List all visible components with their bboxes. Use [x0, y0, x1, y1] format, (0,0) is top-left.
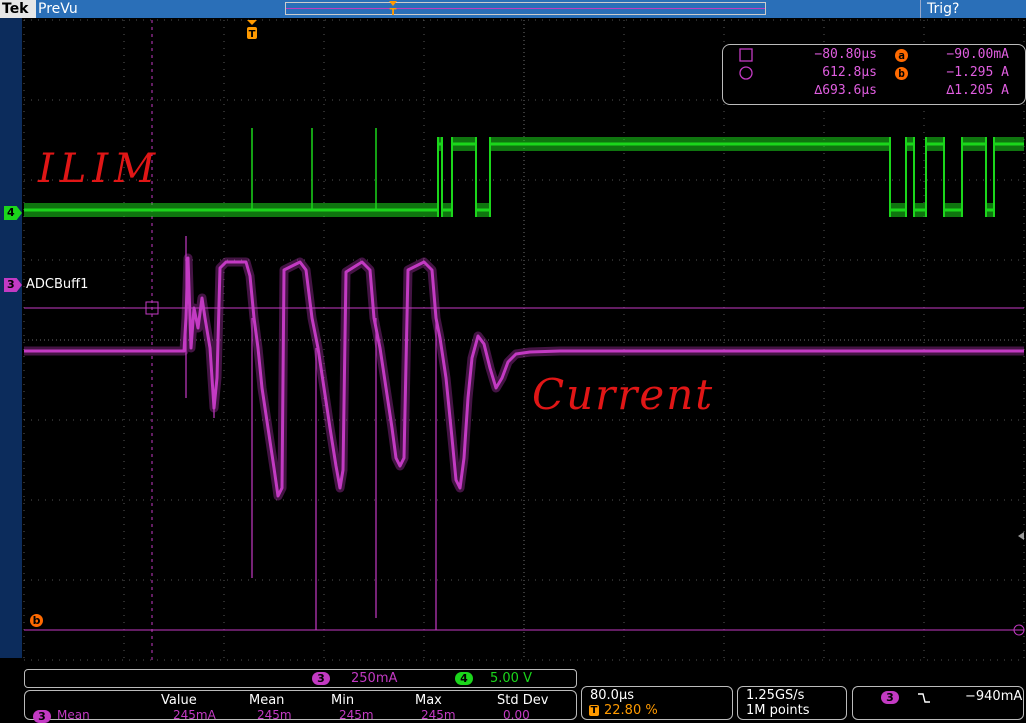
cursor-b-badge: b: [895, 67, 908, 80]
horizontal-panel[interactable]: 80.0µs T 22.80 %: [581, 686, 733, 720]
scope-display: [23, 19, 1025, 661]
trigger-position-badge: T: [589, 705, 599, 716]
meas-source-badge: 3: [33, 710, 51, 723]
svg-text:T: T: [390, 7, 397, 16]
brand-logo: Tek: [0, 0, 36, 18]
cursor-a-badge: a: [895, 49, 908, 62]
timeline-trigger-icon: T: [389, 1, 397, 16]
channel-scale-bar[interactable]: 3 250mA 4 5.00 V: [24, 669, 577, 688]
cursor-delta-value: ∆1.205 A: [946, 83, 1009, 98]
timeline-bar: [286, 8, 765, 9]
circle-cursor-icon: [739, 66, 753, 80]
top-status-bar: Tek PreVu T Trig?: [0, 0, 1026, 18]
cursor-delta-time: ∆693.6µs: [814, 83, 877, 98]
acquisition-mode: PreVu: [38, 1, 78, 17]
cursor-b-value: −1.295 A: [946, 65, 1009, 80]
trigger-panel[interactable]: 3 −940mA: [852, 686, 1024, 720]
measurements-panel[interactable]: Value Mean Min Max Std Dev 3 Mean 245mA …: [24, 690, 577, 723]
sample-rate: 1.25GS/s: [746, 688, 805, 703]
falling-edge-icon: [918, 693, 930, 703]
meas-header-max: Max: [415, 693, 442, 708]
ch4-scale: 5.00 V: [490, 671, 532, 686]
record-length: 1M points: [746, 703, 810, 718]
ch3-scale: 250mA: [351, 671, 398, 686]
square-cursor-icon: [739, 48, 753, 62]
ch4-scale-badge: 4: [455, 672, 473, 685]
ch3-scale-badge: 3: [312, 672, 330, 685]
cursor-b-marker[interactable]: b: [30, 614, 43, 627]
cursor-readout: −80.80µs a −90.00mA 612.8µs b −1.295 A ∆…: [722, 44, 1026, 105]
trigger-position-icon[interactable]: T: [246, 20, 258, 40]
trigger-level: −940mA: [965, 689, 1023, 704]
cursor-row-2: 612.8µs b −1.295 A: [723, 65, 1025, 82]
time-per-div: 80.0µs: [590, 688, 634, 703]
meas-header-stddev: Std Dev: [497, 693, 549, 708]
right-edge-marker: [1018, 532, 1024, 540]
annotation-ilim: ILIM: [38, 146, 162, 192]
cursor-a-time: −80.80µs: [814, 47, 877, 62]
meas-header-mean: Mean: [249, 693, 285, 708]
annotation-current: Current: [532, 370, 715, 419]
trigger-source-badge: 3: [881, 691, 899, 704]
svg-text:T: T: [249, 29, 256, 40]
record-timeline[interactable]: T: [285, 1, 766, 16]
trigger-position: 22.80 %: [604, 703, 658, 718]
acquisition-panel[interactable]: 1.25GS/s 1M points: [737, 686, 847, 720]
ch3-label: ADCBuff1: [26, 277, 89, 292]
cursor-a-value: −90.00mA: [946, 47, 1009, 62]
cursor-row-delta: ∆693.6µs ∆1.205 A: [723, 83, 1025, 100]
cursor-row-1: −80.80µs a −90.00mA: [723, 47, 1025, 64]
meas-header-min: Min: [331, 693, 355, 708]
meas-header-value: Value: [161, 693, 197, 708]
trigger-status: Trig?: [920, 0, 1026, 18]
cursor-b-time: 612.8µs: [822, 65, 877, 80]
